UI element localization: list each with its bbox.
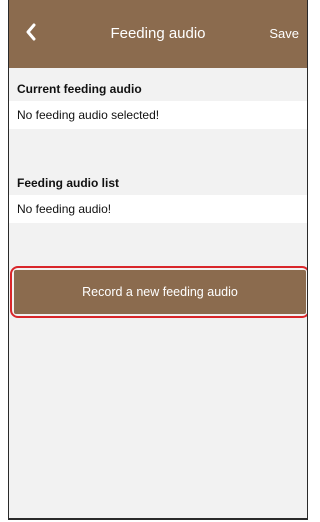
app-header: Feeding audio Save — [9, 0, 307, 68]
record-new-audio-button[interactable]: Record a new feeding audio — [14, 270, 306, 314]
save-button[interactable]: Save — [269, 0, 299, 68]
current-audio-value: No feeding audio selected! — [9, 101, 307, 129]
record-button-highlight: Record a new feeding audio — [10, 266, 307, 318]
screen: Feeding audio Save Current feeding audio… — [8, 0, 308, 520]
audio-list-label: Feeding audio list — [17, 176, 120, 190]
page-title: Feeding audio — [110, 25, 206, 42]
current-audio-label: Current feeding audio — [17, 82, 142, 96]
record-button-label: Record a new feeding audio — [82, 285, 238, 299]
chevron-left-icon — [24, 23, 38, 46]
back-button[interactable] — [9, 16, 53, 52]
audio-list-empty: No feeding audio! — [9, 195, 307, 223]
